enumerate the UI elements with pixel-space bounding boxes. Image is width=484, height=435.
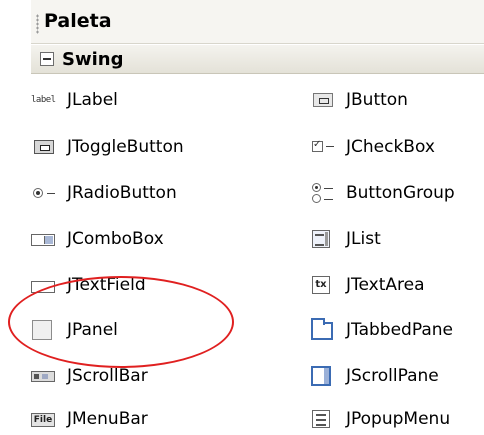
jcheckbox-icon (310, 139, 336, 159)
jradiobutton-icon (31, 187, 57, 205)
jlabel-icon: label (31, 95, 56, 105)
palette-item-label: JScrollBar (67, 366, 148, 386)
palette-item-jtabbedpane[interactable]: JTabbedPane (310, 316, 484, 346)
palette-item-label: JButton (346, 90, 408, 110)
palette-item-label: JRadioButton (67, 183, 177, 203)
jmenubar-icon: File (31, 413, 55, 427)
jtogglebutton-icon (34, 140, 54, 154)
palette-item-label: JCheckBox (346, 137, 435, 157)
palette-item-label: JList (346, 229, 381, 249)
category-label-swing: Swing (62, 49, 124, 70)
palette-item-label: ButtonGroup (346, 183, 455, 203)
palette-item-jlist[interactable]: JList (310, 225, 484, 255)
palette-item-jcombobox[interactable]: JComboBox (31, 225, 251, 255)
palette-item-jscrollpane[interactable]: JScrollPane (310, 362, 484, 392)
highlight-ellipse-annotation (8, 276, 234, 368)
jscrollbar-icon (31, 371, 55, 382)
palette-item-jtogglebutton[interactable]: JToggleButton (31, 133, 251, 163)
buttongroup-icon (310, 181, 336, 203)
palette-item-buttongroup[interactable]: ButtonGroup (310, 179, 484, 209)
palette-item-label: JToggleButton (67, 137, 184, 157)
palette-item-label: JScrollPane (346, 366, 439, 386)
palette-item-label: JComboBox (67, 229, 164, 249)
palette-item-jmenubar[interactable]: File JMenuBar (31, 405, 251, 435)
palette-item-label: JMenuBar (67, 409, 148, 429)
palette-item-jtextarea[interactable]: tx JTextArea (310, 271, 484, 301)
jcombobox-icon (31, 234, 55, 246)
jtabbedpane-icon (311, 318, 333, 340)
palette-title: Paleta (44, 10, 112, 32)
drag-grip-icon[interactable] (36, 14, 39, 34)
palette-window: Paleta Swing label JLabel JButton JToggl… (0, 0, 484, 435)
palette-item-jbutton[interactable]: JButton (310, 86, 484, 116)
palette-item-label: JTextArea (346, 275, 425, 295)
palette-item-jradiobutton[interactable]: JRadioButton (31, 179, 251, 209)
palette-item-jpopupmenu[interactable]: JPopupMenu (310, 405, 484, 435)
jpopupmenu-icon (312, 410, 330, 428)
jtextarea-icon: tx (312, 276, 330, 294)
palette-item-jcheckbox[interactable]: JCheckBox (310, 133, 484, 163)
palette-item-label: JPopupMenu (346, 409, 451, 429)
palette-item-label: JTabbedPane (346, 320, 453, 340)
jlist-icon (312, 230, 330, 248)
jscrollpane-icon (311, 366, 331, 386)
palette-item-jlabel[interactable]: label JLabel (31, 86, 251, 116)
collapse-minus-icon[interactable] (40, 52, 54, 66)
palette-item-label: JLabel (67, 90, 118, 110)
jbutton-icon (313, 93, 333, 107)
